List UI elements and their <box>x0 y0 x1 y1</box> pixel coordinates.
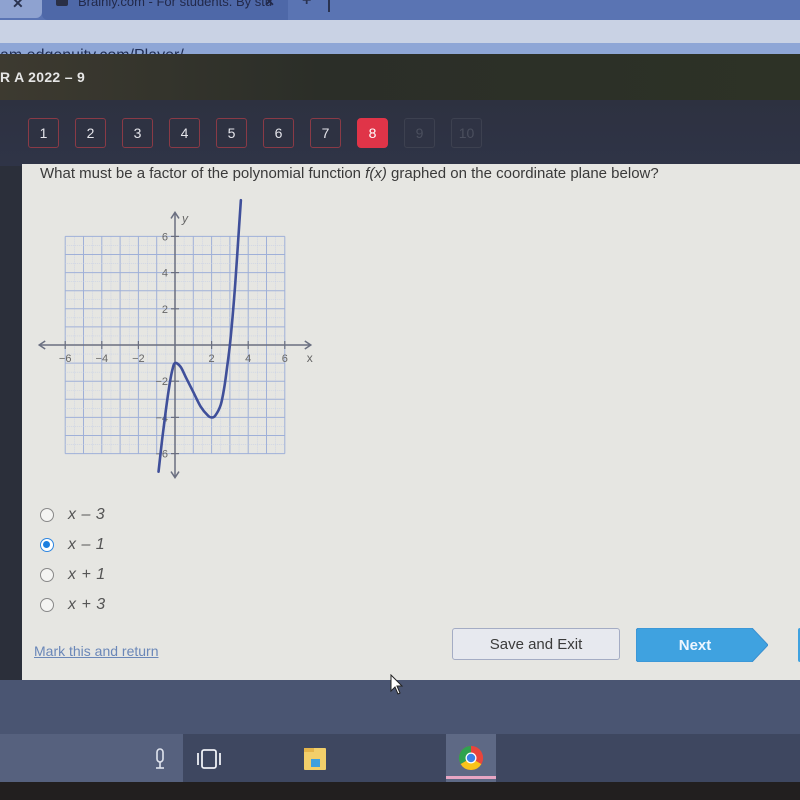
x-tick-label: 2 <box>209 353 215 365</box>
x-tick-label: −6 <box>59 353 72 365</box>
y-tick-label: 4 <box>162 268 168 280</box>
new-tab-plus-icon[interactable]: + <box>302 0 311 10</box>
mark-this-and-return-link[interactable]: Mark this and return <box>34 643 159 659</box>
close-icon[interactable]: ✕ <box>12 0 24 12</box>
browser-toolbar: am.edgenuity.com/Player/ <box>0 20 800 69</box>
question-nav-button-5[interactable]: 5 <box>216 118 247 148</box>
chrome-icon <box>458 746 484 771</box>
monitor-bezel <box>0 782 800 800</box>
question-nav-button-10: 10 <box>451 118 482 148</box>
radio-button[interactable] <box>40 508 54 522</box>
x-tick-label: −4 <box>96 353 109 365</box>
tab-title: Brainly.com - For students. By stu <box>78 0 273 9</box>
radio-button-selected[interactable] <box>40 538 54 552</box>
save-and-exit-button[interactable]: Save and Exit <box>452 628 620 660</box>
x-tick-label: −2 <box>132 353 145 365</box>
answer-choice[interactable]: x + 3 <box>40 590 106 620</box>
coordinate-plane-graph: −6 −4 −2 2 4 6642−2−4−6xy <box>37 198 313 479</box>
question-navigation-bar: 1 2 3 4 5 6 7 8 9 10 <box>0 100 800 166</box>
next-button[interactable]: Next <box>636 628 768 662</box>
question-nav-button-7[interactable]: 7 <box>310 118 341 148</box>
browser-tab-brainly[interactable]: Brainly.com - For students. By stu ✕ <box>42 0 330 20</box>
radio-button[interactable] <box>40 568 54 582</box>
y-tick-label: −2 <box>155 376 168 388</box>
x-axis-label: x <box>307 351 313 365</box>
answer-choice[interactable]: x – 3 <box>40 500 106 530</box>
question-nav-button-2[interactable]: 2 <box>75 118 106 148</box>
radio-button[interactable] <box>40 598 54 612</box>
question-nav-button-3[interactable]: 3 <box>122 118 153 148</box>
close-icon[interactable]: ✕ <box>264 0 275 10</box>
answer-choices: x – 3 x – 1 x + 1 x + 3 <box>40 500 106 620</box>
active-app-indicator <box>446 776 496 779</box>
x-tick-label: 4 <box>245 353 251 365</box>
question-nav-button-6[interactable]: 6 <box>263 118 294 148</box>
tab-divider <box>328 0 330 12</box>
answer-choice-label: x + 1 <box>68 566 106 583</box>
answer-choice-label: x + 3 <box>68 596 106 613</box>
course-title: R A 2022 – 9 <box>0 69 86 85</box>
chrome-taskbar-button[interactable] <box>446 734 496 782</box>
question-panel: What must be a factor of the polynomial … <box>22 164 800 680</box>
course-header: R A 2022 – 9 <box>0 54 800 100</box>
function-name: f(x) <box>365 165 387 182</box>
file-explorer-icon[interactable] <box>302 746 328 772</box>
question-nav-button-9: 9 <box>404 118 435 148</box>
answer-choice[interactable]: x + 1 <box>40 560 106 590</box>
x-tick-label: 6 <box>282 353 288 365</box>
browser-tab-previous[interactable]: ✕ <box>0 0 42 18</box>
answer-choice-label: x – 3 <box>68 506 106 523</box>
windows-taskbar <box>0 734 800 782</box>
next-button-label: Next <box>678 636 712 654</box>
y-tick-label: 6 <box>162 231 168 243</box>
question-nav-button-4[interactable]: 4 <box>169 118 200 148</box>
y-axis-label: y <box>181 211 189 225</box>
question-nav-button-8[interactable]: 8 <box>357 118 388 148</box>
y-tick-label: 2 <box>162 304 168 316</box>
brainly-favicon-icon <box>56 0 68 6</box>
answer-choice[interactable]: x – 1 <box>40 530 106 560</box>
screen: ✕ Brainly.com - For students. By stu ✕ +… <box>0 0 800 800</box>
microphone-icon[interactable] <box>153 748 167 770</box>
question-nav-button-1[interactable]: 1 <box>28 118 59 148</box>
task-view-icon[interactable] <box>196 748 222 770</box>
browser-tab-strip: ✕ Brainly.com - For students. By stu ✕ + <box>0 0 800 20</box>
mouse-cursor-icon <box>390 674 404 695</box>
answer-choice-label: x – 1 <box>68 536 106 553</box>
question-suffix: graphed on the coordinate plane below? <box>386 165 659 182</box>
question-number-list: 1 2 3 4 5 6 7 8 9 10 <box>28 118 482 148</box>
